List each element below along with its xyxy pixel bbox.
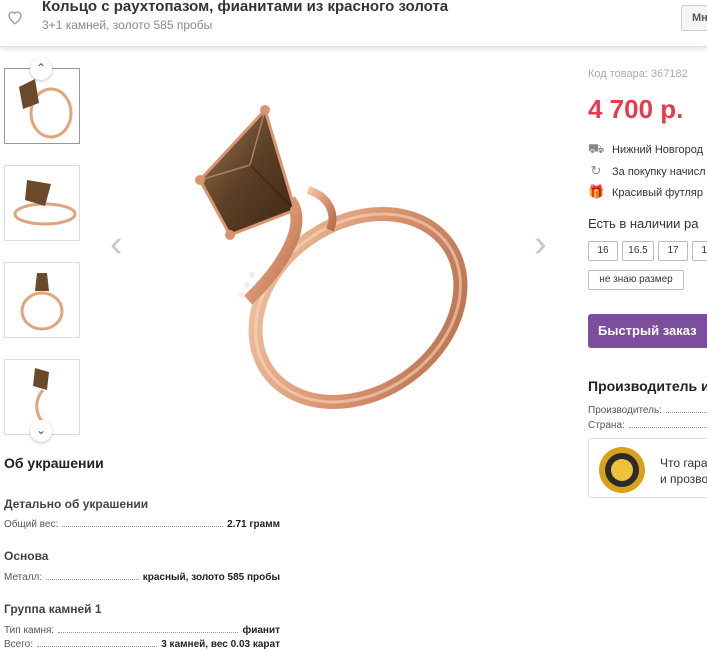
dotted-leader [37, 646, 158, 647]
spec-row-stone-type: Тип камня: фианит [4, 622, 280, 636]
spec-value: красный, золото 585 пробы [142, 572, 280, 583]
chevron-down-icon[interactable]: ⌄ [30, 420, 52, 442]
dotted-leader [46, 579, 139, 580]
dotted-leader [58, 632, 239, 633]
dotted-leader [62, 526, 224, 527]
product-header: Кольцо с раухтопазом, фианитами из красн… [0, 0, 707, 47]
guarantee-seal-icon [598, 446, 646, 494]
feature-label: За покупку начисл [612, 166, 706, 178]
size-option[interactable]: 16.5 [622, 241, 654, 261]
truck-icon: ⛟ [588, 141, 605, 156]
spec-label: Металл: [4, 572, 43, 583]
size-option[interactable]: 16 [588, 241, 618, 261]
guarantee-line: и прозво [660, 472, 707, 486]
product-code: Код товара: 367182 [588, 68, 688, 80]
feature-gift: 🎁 Красивый футляр [588, 184, 707, 200]
refresh-icon: ↻ [590, 163, 602, 178]
dotted-leader [628, 427, 707, 428]
country-row: Страна: [588, 419, 707, 431]
availability-label: Есть в наличии ра [588, 216, 699, 231]
quick-order-button[interactable]: Быстрый заказ [588, 314, 707, 348]
manufacturer-title: Производитель и [588, 378, 707, 394]
country-label: Страна: [588, 420, 625, 431]
spec-row-weight: Общий вес: 2.71 грамм [4, 516, 280, 530]
dotted-leader [665, 412, 707, 413]
manufacturer-row: Производитель: [588, 404, 707, 416]
group-title-stones: Группа камней 1 [4, 602, 102, 616]
spec-label: Всего: [4, 639, 33, 650]
group-title-base: Основа [4, 549, 49, 563]
spec-row-stone-total: Всего: 3 камней, вес 0.03 карат [4, 636, 280, 650]
spec-label: Тип камня: [4, 625, 55, 636]
spec-value: фианит [242, 625, 280, 636]
guarantee-line: Что гара [660, 456, 707, 470]
heart-icon[interactable] [6, 8, 24, 26]
spec-value: 2.71 грамм [227, 519, 280, 530]
spec-row-metal: Металл: красный, золото 585 пробы [4, 569, 280, 583]
guarantee-text: Что гара и прозво [660, 455, 707, 487]
feature-label: Красивый футляр [612, 187, 703, 199]
thumbnail-2[interactable] [4, 165, 80, 241]
gift-icon: 🎁 [588, 184, 605, 199]
manufacturer-label: Производитель: [588, 405, 662, 416]
spec-label: Общий вес: [4, 519, 59, 530]
product-price: 4 700 р. [588, 94, 684, 124]
group-title-details: Детально об украшении [4, 497, 149, 511]
product-image [120, 60, 540, 440]
size-option[interactable]: 17 [658, 241, 688, 261]
product-title: Кольцо с раухтопазом, фианитами из красн… [42, 0, 449, 15]
feature-label: Нижний Новгород [612, 144, 704, 156]
about-title: Об украшении [4, 455, 104, 471]
more-button[interactable]: Мн [681, 5, 707, 31]
thumbnail-3[interactable] [4, 262, 80, 338]
feature-bonus: ↻ За покупку начисл [588, 163, 707, 179]
unknown-size-button[interactable]: не знаю размер [588, 270, 684, 290]
product-subtitle: 3+1 камней, золото 585 пробы [42, 18, 213, 32]
chevron-up-icon[interactable]: ⌃ [30, 58, 52, 80]
spec-value: 3 камней, вес 0.03 карат [161, 639, 280, 650]
feature-delivery: ⛟ Нижний Новгород [588, 141, 707, 157]
size-option[interactable]: 17 [692, 241, 707, 261]
